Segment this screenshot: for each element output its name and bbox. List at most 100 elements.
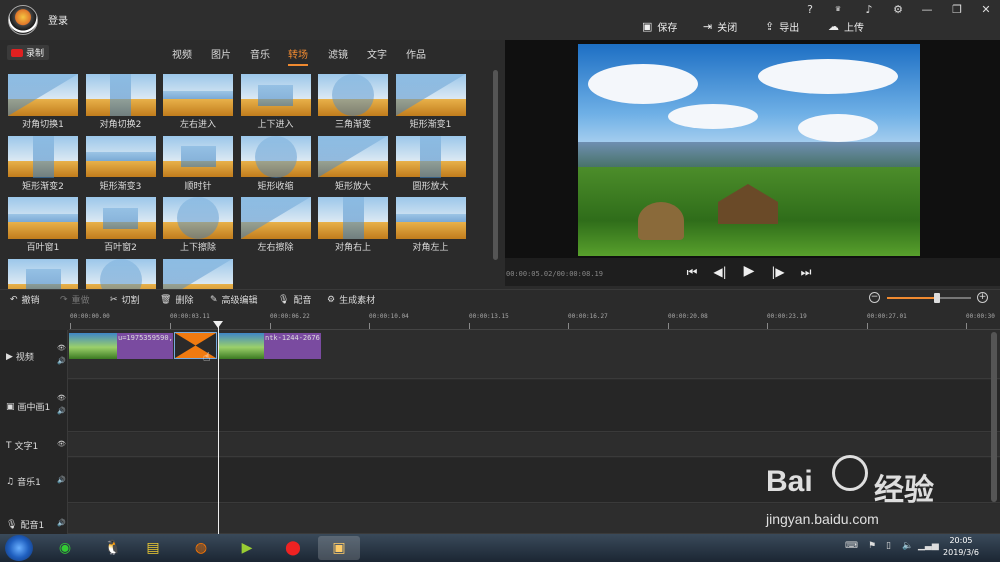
ruler-tick-label: 00:00:10.04 [369, 313, 409, 320]
microphone-icon: 🎙 [6, 519, 18, 530]
video-editor-taskbar-icon[interactable]: ▣ [318, 536, 360, 560]
battery-icon[interactable]: ▯ [886, 541, 891, 551]
transition-thumbnail[interactable] [318, 74, 388, 116]
zoom-slider-handle[interactable] [934, 293, 941, 303]
transition-thumbnail[interactable] [318, 135, 388, 178]
transition-thumbnail[interactable] [85, 197, 156, 239]
help-icon[interactable]: ? [803, 3, 817, 16]
transition-marker[interactable] [174, 332, 217, 359]
transition-thumbnail[interactable] [318, 197, 388, 239]
flag-icon[interactable]: ⚑ [868, 541, 876, 551]
tab-filter[interactable]: 滤镜 [328, 46, 348, 61]
transition-thumbnail[interactable] [240, 135, 311, 178]
upload-button[interactable]: ☁ 上传 [828, 19, 864, 34]
cut-button[interactable]: ✂ 切割 [110, 293, 140, 307]
recorder-icon[interactable]: ⬤ [280, 536, 306, 560]
app-logo-avatar[interactable] [8, 5, 38, 35]
transition-thumbnail[interactable] [395, 74, 466, 116]
tab-music[interactable]: 音乐 [250, 46, 270, 61]
system-clock[interactable]: 20:05 2019/3/6 [936, 535, 986, 559]
app-360-icon[interactable]: ◉ [52, 536, 78, 560]
tab-image[interactable]: 图片 [211, 46, 231, 61]
save-icon: ▣ [642, 19, 653, 33]
tab-text[interactable]: 文字 [367, 46, 387, 61]
ruler-tick-label: 00:00:23.19 [767, 313, 807, 320]
transition-label: 对角左上 [412, 243, 449, 253]
ruler-tick [70, 323, 71, 329]
transition-label: 百叶窗1 [26, 243, 60, 253]
track-label-video: ▶ 视频 [6, 350, 34, 364]
transition-thumbnail[interactable] [240, 197, 311, 239]
advanced-edit-button[interactable]: ✎ 高级编辑 [210, 293, 258, 307]
transition-thumbnail[interactable] [395, 197, 466, 239]
playhead-line[interactable] [218, 325, 219, 534]
go-end-button[interactable]: ⏭ [798, 265, 814, 280]
maximize-icon[interactable]: ❐ [950, 3, 964, 16]
file-explorer-icon[interactable]: ▤ [140, 536, 166, 560]
eye-icon[interactable]: 👁 [57, 394, 66, 402]
play-button[interactable]: ▶ [741, 263, 757, 279]
eye-icon[interactable]: 👁 [57, 344, 66, 352]
keyboard-icon[interactable]: ⌨ [845, 541, 858, 551]
watermark-brand-left: Bai [766, 465, 813, 498]
speaker-icon[interactable]: 🔊 [57, 476, 66, 484]
transition-thumbnail[interactable] [8, 197, 78, 239]
ruler-tick [270, 323, 271, 329]
tab-video[interactable]: 视频 [172, 46, 192, 61]
tab-transition[interactable]: 转场 [288, 46, 308, 66]
delete-button[interactable]: 🗑 删除 [160, 293, 193, 307]
speaker-icon[interactable]: 🔊 [57, 407, 66, 415]
start-button[interactable] [5, 535, 33, 561]
transition-thumbnail[interactable] [85, 74, 156, 116]
redo-button[interactable]: ↷ 重做 [60, 293, 90, 307]
transition-thumbnail[interactable] [240, 74, 311, 116]
transition-thumbnail[interactable] [395, 135, 466, 178]
tab-works[interactable]: 作品 [406, 46, 426, 61]
generate-material-button[interactable]: ⚙ 生成素材 [327, 293, 375, 307]
minimize-icon[interactable]: — [920, 3, 934, 16]
transition-thumbnail[interactable] [85, 135, 156, 178]
volume-icon[interactable]: 🔈 [902, 541, 913, 551]
timeline-scrollbar[interactable] [991, 332, 997, 502]
record-button[interactable]: 录制 [7, 45, 49, 60]
ruler-tick [568, 323, 569, 329]
transition-thumbnail[interactable] [163, 135, 233, 178]
pip-track-icon: ▣ [6, 401, 15, 412]
clip-name: ntk-1244-2676 [265, 334, 320, 342]
zoom-out-button[interactable]: − [869, 292, 880, 303]
microphone-icon: 🎙 [278, 294, 290, 305]
undo-button[interactable]: ↶ 撤销 [10, 293, 40, 307]
prev-frame-button[interactable]: ◀| [712, 265, 728, 279]
transition-thumbnail[interactable] [8, 135, 78, 178]
close-window-icon[interactable]: ✕ [979, 3, 993, 16]
save-label: 保存 [657, 22, 678, 34]
transition-label: 对角切换2 [99, 120, 142, 130]
close-project-button[interactable]: ⇥ 关闭 [703, 19, 737, 34]
next-frame-button[interactable]: |▶ [770, 265, 786, 279]
zoom-in-button[interactable]: + [977, 292, 988, 303]
speaker-icon[interactable]: 🔊 [57, 519, 66, 527]
transition-thumbnail[interactable] [163, 197, 233, 239]
go-start-button[interactable]: ⏮ [684, 265, 700, 280]
track-name-dubbing: 配音1 [20, 521, 45, 531]
video-clip-2[interactable]: ntk-1244-2676 [219, 333, 321, 359]
ruler-tick [369, 323, 370, 329]
export-button[interactable]: ⇪ 导出 [765, 19, 799, 34]
eye-icon[interactable]: 👁 [57, 440, 66, 448]
transition-thumbnail[interactable] [163, 74, 233, 116]
save-button[interactable]: ▣ 保存 [642, 19, 678, 34]
transition-thumbnail[interactable] [8, 74, 78, 116]
library-scrollbar[interactable] [493, 70, 498, 260]
firefox-icon[interactable]: ◍ [188, 536, 214, 560]
ruler-tick-label: 00:00:00.00 [70, 313, 110, 320]
login-link[interactable]: 登录 [48, 12, 68, 27]
gear-icon[interactable]: ⚙ [891, 3, 905, 16]
video-clip-1[interactable]: u=1975359590, [69, 333, 173, 359]
qq-icon[interactable]: 🐧 [100, 536, 126, 560]
media-player-icon[interactable]: ▶ [234, 536, 260, 560]
dubbing-button[interactable]: 🎙 配音 [278, 293, 311, 307]
vip-icon[interactable]: ♛ [831, 5, 845, 13]
ruler-tick-label: 00:00:20.08 [668, 313, 708, 320]
speaker-icon[interactable]: 🔊 [57, 357, 66, 365]
bell-icon[interactable]: ♪ [862, 3, 876, 16]
